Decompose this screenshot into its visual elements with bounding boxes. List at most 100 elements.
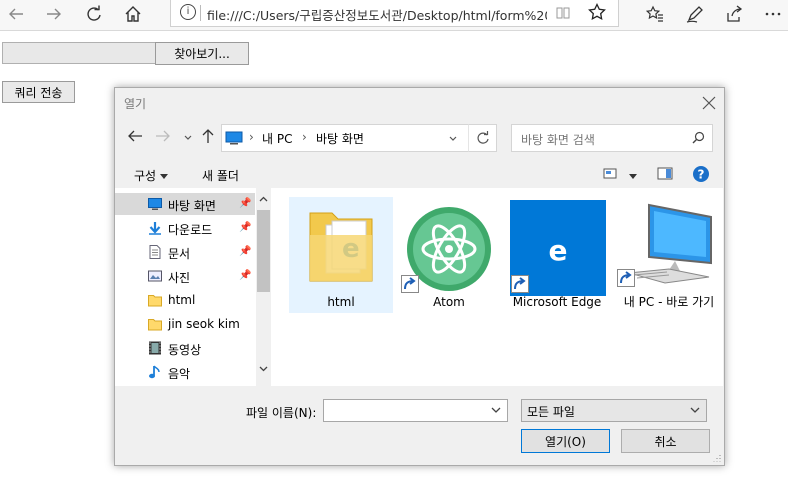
forward-button[interactable]	[39, 0, 69, 28]
nav-item-label: 다운로드	[168, 223, 213, 237]
favorites-button[interactable]	[640, 0, 670, 28]
scrollbar-thumb[interactable]	[257, 210, 270, 292]
preview-pane-button[interactable]	[657, 167, 673, 183]
folder-icon	[148, 295, 162, 307]
refresh-button[interactable]	[79, 0, 109, 28]
nav-item-downloads[interactable]: 다운로드 📌	[115, 217, 255, 239]
address-separator	[200, 5, 201, 21]
folder-icon: e	[309, 212, 373, 282]
new-folder-button[interactable]: 새 폴더	[202, 167, 239, 184]
nav-item-html[interactable]: html	[115, 289, 255, 311]
pin-icon: 📌	[239, 246, 252, 257]
refresh-icon	[87, 5, 101, 21]
file-item-label: 내 PC - 바로 가기	[623, 295, 715, 309]
file-item-html[interactable]: e html	[289, 197, 393, 313]
arrow-right-icon	[156, 130, 170, 142]
arrow-left-icon	[9, 8, 23, 20]
resize-grip-icon[interactable]	[711, 452, 721, 462]
search-icon	[692, 131, 705, 144]
video-icon	[149, 341, 161, 355]
back-button[interactable]	[1, 0, 31, 28]
svg-text:e: e	[549, 234, 568, 267]
scroll-up-icon[interactable]	[259, 196, 268, 202]
navigation-pane: 바탕 화면 📌 다운로드 📌 문서 📌 사진 📌 html jin seok k…	[115, 188, 273, 386]
home-button[interactable]	[118, 0, 148, 28]
dropdown-triangle-icon	[628, 174, 637, 179]
submit-query-button[interactable]: 쿼리 전송	[2, 81, 75, 103]
refresh-folder-button[interactable]	[468, 124, 497, 152]
scroll-down-icon[interactable]	[259, 366, 268, 372]
back-nav-button[interactable]	[127, 128, 143, 148]
nav-item-videos[interactable]: 동영상	[115, 337, 255, 359]
reading-view-icon[interactable]	[555, 5, 571, 21]
dialog-title: 열기	[124, 97, 147, 111]
navigation-scrollbar[interactable]	[256, 188, 271, 386]
pin-icon: 📌	[239, 198, 252, 209]
file-item-label: html	[327, 295, 355, 309]
recent-locations-button[interactable]	[183, 129, 193, 147]
share-button[interactable]	[719, 0, 749, 28]
nav-item-pictures[interactable]: 사진 📌	[115, 265, 255, 287]
filename-input[interactable]	[323, 399, 508, 422]
pen-icon	[686, 6, 703, 23]
nav-item-documents[interactable]: 문서 📌	[115, 241, 255, 263]
address-bar[interactable]: i file:///C:/Users/구립증산정보도서관/Desktop/htm…	[170, 0, 619, 27]
more-button[interactable]	[758, 0, 788, 28]
arrow-right-icon	[47, 8, 61, 20]
favorite-star-icon[interactable]	[588, 3, 606, 21]
nav-item-label: html	[168, 293, 196, 307]
organize-menu[interactable]: 구성	[134, 167, 168, 184]
open-button[interactable]: 열기(O)	[521, 429, 610, 453]
svg-text:?: ?	[698, 168, 705, 182]
file-type-select[interactable]: 모든 파일	[521, 399, 707, 422]
file-type-value: 모든 파일	[527, 405, 575, 419]
nav-item-music[interactable]: 음악	[115, 361, 255, 383]
download-icon	[149, 222, 161, 235]
chevron-down-icon	[690, 407, 700, 413]
file-path-field[interactable]	[2, 42, 156, 64]
forward-nav-button[interactable]	[155, 128, 171, 148]
help-button[interactable]: ?	[692, 165, 710, 186]
breadcrumb-item-pc[interactable]: 내 PC	[262, 130, 292, 147]
nav-item-label: 사진	[168, 271, 191, 285]
preview-pane-icon	[657, 167, 673, 180]
nav-item-label: 문서	[168, 247, 191, 261]
refresh-icon	[476, 131, 489, 144]
cancel-button[interactable]: 취소	[621, 429, 710, 453]
command-bar: 구성 새 폴더 ?	[115, 162, 724, 188]
share-icon	[727, 5, 743, 22]
notes-button[interactable]	[680, 0, 710, 28]
file-item-this-pc-shortcut[interactable]: 내 PC - 바로 가기	[613, 197, 723, 313]
view-menu-button[interactable]	[603, 167, 637, 183]
dropdown-triangle-icon	[159, 174, 168, 179]
music-icon	[149, 365, 160, 379]
browse-button[interactable]: 찾아보기...	[155, 42, 249, 65]
breadcrumb-item-desktop[interactable]: 바탕 화면	[316, 130, 364, 147]
file-item-atom[interactable]: Atom	[397, 197, 501, 313]
view-options-icon	[603, 168, 617, 179]
file-item-label: Atom	[433, 295, 465, 309]
pin-icon: 📌	[239, 222, 252, 233]
more-dots-icon	[765, 12, 781, 16]
chevron-down-icon[interactable]	[448, 135, 458, 143]
navigation-row: › 내 PC › 바탕 화면 바탕 화면 검색	[115, 122, 724, 154]
chevron-down-icon[interactable]	[491, 407, 501, 414]
filename-label: 파일 이름(N):	[246, 406, 317, 420]
nav-item-jin-seok-kim[interactable]: jin seok kim	[115, 313, 255, 335]
file-item-microsoft-edge[interactable]: e Microsoft Edge	[505, 197, 609, 313]
search-input[interactable]: 바탕 화면 검색	[511, 124, 713, 152]
close-button[interactable]	[702, 92, 716, 114]
breadcrumb[interactable]: › 내 PC › 바탕 화면	[221, 124, 497, 152]
favorites-list-icon	[646, 5, 663, 22]
up-button[interactable]	[201, 128, 215, 148]
nav-item-desktop[interactable]: 바탕 화면 📌	[115, 193, 255, 215]
arrow-up-icon	[202, 129, 214, 143]
info-icon[interactable]: i	[180, 4, 196, 20]
file-item-label: Microsoft Edge	[512, 295, 602, 309]
nav-item-label: 음악	[168, 367, 191, 381]
address-text[interactable]: file:///C:/Users/구립증산정보도서관/Desktop/html/…	[207, 5, 547, 24]
nav-item-label: 동영상	[168, 343, 202, 357]
shortcut-arrow-icon	[511, 275, 529, 293]
nav-item-label: 바탕 화면	[168, 199, 216, 213]
desktop-icon	[225, 131, 243, 145]
